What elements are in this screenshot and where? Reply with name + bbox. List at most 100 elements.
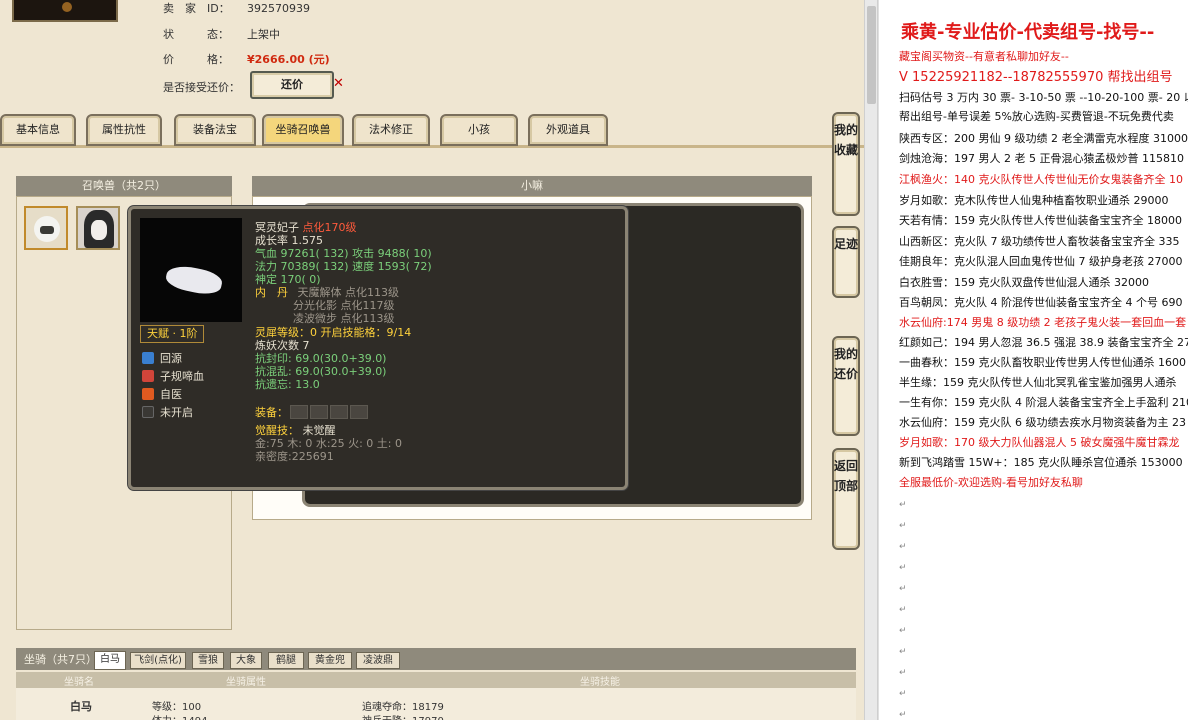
paragraph-mark: ↵ (899, 668, 907, 678)
paragraph-mark: ↵ (899, 710, 907, 720)
mount-tab-flying-sword[interactable]: 飞剑(点化) (130, 652, 186, 669)
skill-label: 自医 (160, 388, 182, 401)
doc-line: 江枫渔火：140 克火队传世人传世仙无价女鬼装备齐全 10 (899, 173, 1183, 186)
doc-line: 红颜如己：194 男人忽混 36.5 强混 38.9 装备宝宝齐全 270 (899, 336, 1188, 349)
doc-line: 剑烛沧海：197 男人 2 老 5 正骨混心猿孟极炒普 115810 (899, 152, 1184, 165)
back-to-top-button[interactable]: 返回顶部 (832, 448, 860, 550)
mount-table-row: 白马 等级：100 体力：1494 追魂夺命：18179 神兵天降：17970 (16, 688, 856, 720)
detail-tabs: 基本信息 属性抗性 装备法宝 坐骑召唤兽 法术修正 小孩 外观道具 (0, 112, 864, 148)
doc-line: 一生有你：159 克火队 4 阶混人装备宝宝齐全上手盈利 21000 (899, 396, 1188, 409)
atk-label: 攻击 (352, 247, 375, 260)
mount-tab-golden[interactable]: 黄金兜 (308, 652, 352, 669)
pet-awakening: 觉醒技： 未觉醒 (255, 424, 336, 437)
paragraph-mark: ↵ (899, 542, 907, 552)
mount-tab-elephant[interactable]: 大象 (230, 652, 262, 669)
detail-panel-title: 小嘛 (252, 176, 812, 196)
paragraph-mark: ↵ (899, 689, 907, 699)
equip-slot-2[interactable] (310, 405, 328, 419)
tab-attributes[interactable]: 属性抗性 (86, 114, 162, 146)
price-value: ¥2666.00 (元) (247, 53, 330, 66)
footprint-button[interactable]: 足迹 (832, 226, 860, 298)
doc-line: 全服最低价-欢迎选购-看号加好友私聊 (899, 476, 1083, 489)
equip-slot-4[interactable] (350, 405, 368, 419)
doc-line: 山西新区：克火队 7 级功绩传世人畜牧装备宝宝齐全 335 (899, 235, 1180, 248)
mp-value: 70389( 132) (280, 260, 349, 273)
tab-equipment[interactable]: 装备法宝 (174, 114, 256, 146)
doc-line: 白衣胜雪：159 克火队双盘传世仙混人通杀 32000 (899, 276, 1149, 289)
mp-label: 法力 (255, 260, 277, 273)
skill-huiyuan[interactable]: 回源 (142, 350, 182, 366)
mount-table-header: 坐骑名 坐骑属性 坐骑技能 (16, 672, 856, 688)
character-thumbnail (12, 0, 118, 22)
seller-id-row: 卖 家 ID： 392570939 (163, 0, 310, 16)
pet-name: 冥灵妃子 (255, 221, 299, 234)
mount-tab-crane[interactable]: 鹤腿 (268, 652, 304, 669)
paragraph-mark: ↵ (899, 605, 907, 615)
doc-line: 岁月如歌：170 级大力队仙器混人 5 破女魔强牛魔甘霖龙 (899, 436, 1180, 449)
doc-line: 陕西专区：200 男仙 9 级功绩 2 老全满雷克水程度 31000 (899, 132, 1188, 145)
close-icon[interactable]: ✕ (333, 76, 344, 91)
page-scrollbar[interactable] (864, 0, 878, 720)
equip-label: 装备： (255, 406, 288, 419)
scrollbar-thumb[interactable] (867, 6, 876, 104)
neidan-label: 内 丹 (255, 286, 288, 299)
equip-slot-3[interactable] (330, 405, 348, 419)
neidan-1: 天魔解体 点化113级 (297, 286, 400, 299)
status-label: 状 态： (163, 28, 229, 41)
equip-slot-1[interactable] (290, 405, 308, 419)
doc-line: V 15225921182--18782555970 帮找出组号 (899, 70, 1173, 85)
skill-zigui[interactable]: 子规啼血 (142, 368, 204, 384)
tab-appearance[interactable]: 外观道具 (528, 114, 608, 146)
col-mount-attr: 坐骑属性 (226, 677, 266, 688)
mount-tab-white-horse[interactable]: 白马 (94, 651, 126, 670)
spd-label: 速度 (352, 260, 375, 273)
paragraph-mark: ↵ (899, 563, 907, 573)
skill-label: 未开启 (160, 406, 193, 419)
my-counter-offers-button[interactable]: 我的还价 (832, 336, 860, 436)
paragraph-mark: ↵ (899, 500, 907, 510)
doc-line: 水云仙府:174 男鬼 8 级功绩 2 老孩子鬼火装一套回血一套 (899, 316, 1187, 329)
col-mount-skill: 坐骑技能 (580, 677, 620, 688)
doc-line: 一曲春秋：159 克火队畜牧职业传世男人传世仙通杀 1600 (899, 356, 1186, 369)
tab-child[interactable]: 小孩 (440, 114, 518, 146)
pet-resist-forget: 抗遗忘: 13.0 (255, 378, 320, 391)
price-label: 价 格： (163, 53, 229, 66)
trade-page: 卖 家 ID： 392570939 状 态： 上架中 价 格： ¥2666.00 (元… (0, 0, 864, 720)
neidan-2: 分光化影 点化117级 (293, 299, 395, 312)
my-favorites-button[interactable]: 我的收藏 (832, 112, 860, 216)
mount-tab-snow-wolf[interactable]: 雪狼 (192, 652, 224, 669)
paragraph-mark: ↵ (899, 626, 907, 636)
paragraph-mark: ↵ (899, 647, 907, 657)
skill-label: 回源 (160, 352, 182, 365)
pet-thumb-ghost-lady[interactable] (76, 206, 120, 250)
doc-line: 半生缘：159 克火队传世人仙北冥乳雀宝鉴加强男人通杀 (899, 376, 1177, 389)
doc-line: 岁月如歌：克木队传世人仙鬼种植畜牧职业通杀 29000 (899, 194, 1169, 207)
seller-id-value: 392570939 (247, 2, 310, 15)
pet-name-line: 冥灵妃子 点化170级 (255, 221, 357, 234)
hp-label: 气血 (255, 247, 277, 260)
price-row: 价 格： ¥2666.00 (元) (163, 51, 330, 67)
pet-intimacy: 亲密度:225691 (255, 450, 334, 463)
status-value: 上架中 (247, 28, 280, 41)
pet-resist-seal: 抗封印: 69.0(30.0+39.0) (255, 352, 387, 365)
tab-basic-info[interactable]: 基本信息 (0, 114, 76, 146)
mount-level: 等级：100 (152, 702, 202, 713)
pet-hp-atk: 气血 97261( 132) 攻击 9488( 10) (255, 247, 432, 260)
atk-value: 9488( 10) (377, 247, 432, 260)
pet-thumb-polar-bear[interactable] (24, 206, 68, 250)
hp-value: 97261( 132) (280, 247, 349, 260)
counter-offer-button[interactable]: 还价 (250, 71, 334, 99)
doc-line: 天若有情：159 克火队传世人传世仙装备宝宝齐全 18000 (899, 214, 1182, 227)
pet-resist-chaos: 抗混乱: 69.0(30.0+39.0) (255, 365, 387, 378)
skill-locked[interactable]: 未开启 (142, 404, 193, 420)
col-mount-name: 坐骑名 (64, 677, 94, 688)
tab-mounts-pets[interactable]: 坐骑召唤兽 (262, 114, 344, 146)
mount-stamina: 体力：1494 (152, 712, 207, 720)
doc-line: 帮出组号-单号误差 5%放心选购-买费管退-不玩免费代卖 (899, 110, 1174, 123)
tab-spell-mod[interactable]: 法术修正 (352, 114, 430, 146)
skill-ziyi[interactable]: 自医 (142, 386, 182, 402)
doc-line: 佳期良年：克火队混人回血鬼传世仙 7 级护身老孩 27000 (899, 255, 1183, 268)
awakening-label: 觉醒技： (255, 424, 299, 437)
doc-line: 扫码估号 3 万内 30 票- 3-10-50 票 --10-20-100 票-… (899, 91, 1188, 104)
mount-tab-lingbo[interactable]: 凌波鼎 (356, 652, 400, 669)
